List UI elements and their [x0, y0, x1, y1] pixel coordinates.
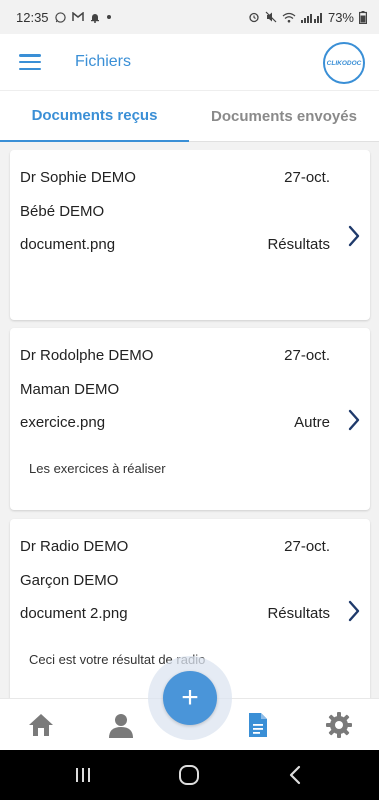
document-date: 27-oct.: [284, 538, 330, 555]
app-header: Fichiers CLIKODOC: [0, 34, 379, 90]
tabs: Documents reçus Documents envoyés: [0, 90, 379, 142]
status-left: 12:35: [16, 10, 112, 25]
gmail-icon: [71, 12, 84, 21]
dot-icon: [106, 15, 111, 19]
document-list[interactable]: Dr Sophie DEMO 27-oct. Bébé DEMO document…: [0, 150, 379, 698]
patient-name: Bébé DEMO: [20, 203, 105, 220]
system-nav-bar: [0, 750, 379, 800]
hamburger-menu-icon[interactable]: [19, 54, 41, 70]
alarm-icon: [249, 12, 259, 23]
doctor-name: Dr Sophie DEMO: [20, 169, 136, 186]
patient-name: Garçon DEMO: [20, 572, 119, 589]
status-bar: 12:35 73%: [0, 0, 379, 34]
nav-documents[interactable]: [243, 711, 273, 739]
status-time: 12:35: [16, 9, 49, 25]
add-document-button[interactable]: +: [163, 671, 217, 725]
nav-profile[interactable]: [106, 711, 136, 739]
mute-icon: [265, 11, 277, 23]
home-system-button[interactable]: [174, 763, 204, 787]
home-circle-icon: [179, 765, 199, 785]
recent-apps-icon: [76, 768, 90, 782]
profile-icon: [109, 714, 133, 738]
status-right: 73%: [248, 10, 367, 25]
home-icon: [29, 714, 53, 736]
back-icon: [289, 765, 301, 785]
whatsapp-icon: [54, 11, 66, 23]
nav-home[interactable]: [26, 711, 56, 739]
document-date: 27-oct.: [284, 347, 330, 364]
file-name: document 2.png: [20, 605, 128, 622]
document-category: Résultats: [267, 605, 330, 622]
chevron-right-icon[interactable]: [346, 599, 362, 623]
patient-name: Maman DEMO: [20, 381, 120, 398]
doctor-name: Dr Radio DEMO: [20, 538, 129, 555]
documents-icon: [249, 713, 267, 737]
tab-documents-received[interactable]: Documents reçus: [0, 91, 189, 142]
bell-icon: [90, 13, 99, 23]
chevron-right-icon[interactable]: [346, 224, 362, 248]
page-title: Fichiers: [75, 53, 132, 70]
chevron-right-icon[interactable]: [346, 408, 362, 432]
tab-documents-sent[interactable]: Documents envoyés: [189, 91, 379, 142]
doctor-name: Dr Rodolphe DEMO: [20, 347, 154, 364]
clikodoc-logo[interactable]: CLIKODOC: [323, 42, 365, 84]
document-comment: Les exercices à réaliser: [29, 461, 166, 476]
document-category: Résultats: [267, 236, 330, 253]
document-card[interactable]: Dr Rodolphe DEMO 27-oct. Maman DEMO exerc…: [10, 328, 370, 510]
battery-icon: [359, 10, 367, 24]
document-card[interactable]: Dr Sophie DEMO 27-oct. Bébé DEMO document…: [10, 150, 370, 320]
wifi-icon: [282, 12, 296, 22]
recent-apps-button[interactable]: [68, 763, 98, 787]
document-category: Autre: [294, 414, 330, 431]
nav-settings[interactable]: [324, 711, 354, 739]
document-date: 27-oct.: [284, 169, 330, 186]
file-name: document.png: [20, 236, 116, 253]
logo-text: CLIKODOC: [326, 59, 362, 67]
file-name: exercice.png: [20, 414, 106, 431]
signal-icon: [300, 12, 322, 23]
back-button[interactable]: [280, 763, 310, 787]
settings-icon: [326, 712, 352, 738]
battery-level: 73%: [327, 9, 354, 25]
